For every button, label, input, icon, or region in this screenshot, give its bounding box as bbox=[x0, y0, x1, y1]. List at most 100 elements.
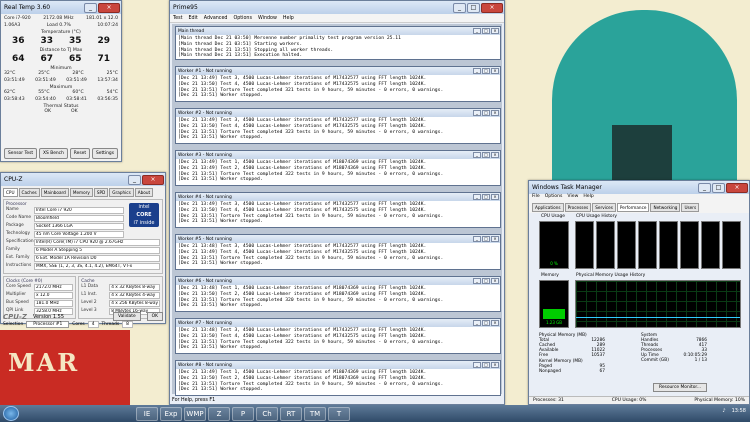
tab-cpu[interactable]: CPU bbox=[3, 188, 18, 197]
worker-titlebar[interactable]: Worker #4 - Not running _ □ × bbox=[176, 193, 500, 201]
taskmgr-titlebar[interactable]: Windows Task Manager _ □ × bbox=[529, 181, 749, 194]
realtemp-window[interactable]: Real Temp 3.60 _ × Core i7-920 2172.08 M… bbox=[0, 0, 122, 162]
menu-edit[interactable]: Edit bbox=[188, 16, 197, 21]
menu-help[interactable]: Help bbox=[283, 16, 294, 21]
tab-about[interactable]: About bbox=[134, 188, 154, 197]
close-button[interactable]: × bbox=[491, 362, 499, 368]
close-button[interactable]: × bbox=[491, 236, 499, 242]
worker-window[interactable]: Worker #1 - Not running _ □ × [Dec 21 13:49]… bbox=[175, 66, 501, 102]
taskbar-app-button[interactable]: RT bbox=[280, 406, 302, 421]
cpuz-titlebar[interactable]: CPU-Z _ × bbox=[1, 173, 165, 186]
tab-graphics[interactable]: Graphics bbox=[109, 188, 134, 197]
menu-help[interactable]: Help bbox=[583, 194, 593, 202]
menu-advanced[interactable]: Advanced bbox=[204, 16, 228, 21]
validate-button[interactable]: Validate bbox=[112, 312, 141, 321]
minimize-button[interactable]: _ bbox=[473, 194, 481, 200]
tab-networking[interactable]: Networking bbox=[650, 203, 681, 212]
prime95-window[interactable]: Prime95 _ □ × Test Edit Advanced Options… bbox=[169, 0, 505, 405]
taskbar-app-button[interactable]: WMP bbox=[184, 406, 206, 421]
minimize-button[interactable]: _ bbox=[473, 320, 481, 326]
tab-performance[interactable]: Performance bbox=[616, 203, 650, 212]
maximize-button[interactable]: □ bbox=[482, 362, 490, 368]
tab-applications[interactable]: Applications bbox=[532, 203, 564, 212]
taskbar-app-button[interactable]: Z bbox=[208, 406, 230, 421]
tab-mainboard[interactable]: Mainboard bbox=[40, 188, 69, 197]
processor-select[interactable]: Processor #1 bbox=[26, 321, 70, 328]
worker-titlebar[interactable]: Worker #7 - Not running _ □ × bbox=[176, 319, 500, 327]
worker-titlebar[interactable]: Main thread _ □ × bbox=[176, 27, 500, 35]
taskbar-clock[interactable]: 13:58 bbox=[732, 408, 746, 414]
realtemp-titlebar[interactable]: Real Temp 3.60 _ × bbox=[1, 1, 121, 14]
close-button[interactable]: × bbox=[142, 174, 164, 185]
maximize-button[interactable]: □ bbox=[482, 320, 490, 326]
worker-window[interactable]: Worker #2 - Not running _ □ × [Dec 21 13:49]… bbox=[175, 108, 501, 144]
menu-options[interactable]: Options bbox=[233, 16, 252, 21]
close-button[interactable]: × bbox=[491, 278, 499, 284]
tab-services[interactable]: Services bbox=[592, 203, 616, 212]
taskbar-app-button[interactable]: TM bbox=[304, 406, 326, 421]
reset-button[interactable]: Reset bbox=[69, 148, 91, 159]
close-button[interactable]: × bbox=[491, 28, 499, 34]
minimize-button[interactable]: _ bbox=[473, 362, 481, 368]
maximize-button[interactable]: □ bbox=[482, 68, 490, 74]
close-button[interactable]: × bbox=[726, 182, 748, 193]
minimize-button[interactable]: _ bbox=[84, 2, 97, 13]
menu-test[interactable]: Test bbox=[173, 16, 182, 21]
minimize-button[interactable]: _ bbox=[473, 110, 481, 116]
menu-file[interactable]: File bbox=[532, 194, 540, 202]
worker-titlebar[interactable]: Worker #5 - Not running _ □ × bbox=[176, 235, 500, 243]
minimize-button[interactable]: _ bbox=[473, 28, 481, 34]
maximize-button[interactable]: □ bbox=[482, 28, 490, 34]
menu-view[interactable]: View bbox=[567, 194, 578, 202]
minimize-button[interactable]: _ bbox=[473, 236, 481, 242]
tab-processes[interactable]: Processes bbox=[564, 203, 592, 212]
maximize-button[interactable]: □ bbox=[482, 110, 490, 116]
worker-titlebar[interactable]: Worker #3 - Not running _ □ × bbox=[176, 151, 500, 159]
minimize-button[interactable]: _ bbox=[473, 278, 481, 284]
close-button[interactable]: × bbox=[98, 2, 120, 13]
taskbar-app-button[interactable]: P bbox=[232, 406, 254, 421]
minimize-button[interactable]: _ bbox=[128, 174, 141, 185]
tab-spd[interactable]: SPD bbox=[93, 188, 109, 197]
minimize-button[interactable]: _ bbox=[473, 152, 481, 158]
menu-options[interactable]: Options bbox=[545, 194, 563, 202]
worker-titlebar[interactable]: Worker #2 - Not running _ □ × bbox=[176, 109, 500, 117]
settings-button[interactable]: Settings bbox=[91, 148, 118, 159]
maximize-button[interactable]: □ bbox=[482, 278, 490, 284]
worker-window[interactable]: Worker #5 - Not running _ □ × [Dec 21 13:48]… bbox=[175, 234, 501, 270]
tab-memory[interactable]: Memory bbox=[69, 188, 93, 197]
close-button[interactable]: × bbox=[481, 2, 503, 13]
taskbar-app-button[interactable]: IE bbox=[136, 406, 158, 421]
close-button[interactable]: × bbox=[491, 110, 499, 116]
maximize-button[interactable]: □ bbox=[467, 2, 480, 13]
maximize-button[interactable]: □ bbox=[482, 194, 490, 200]
worker-titlebar[interactable]: Worker #1 - Not running _ □ × bbox=[176, 67, 500, 75]
ok-button[interactable]: OK bbox=[146, 312, 163, 321]
minimize-button[interactable]: _ bbox=[698, 182, 711, 193]
prime95-titlebar[interactable]: Prime95 _ □ × bbox=[170, 1, 504, 14]
worker-window[interactable]: Worker #4 - Not running _ □ × [Dec 21 13:49]… bbox=[175, 192, 501, 228]
menu-window[interactable]: Window bbox=[258, 16, 277, 21]
resource-monitor-button[interactable]: Resource Monitor... bbox=[652, 383, 707, 392]
close-button[interactable]: × bbox=[491, 320, 499, 326]
cpuz-window[interactable]: CPU-Z _ × CPU Caches Mainboard Memory SP… bbox=[0, 172, 166, 328]
worker-titlebar[interactable]: Worker #8 - Not running _ □ × bbox=[176, 361, 500, 369]
volume-icon[interactable]: ♪ bbox=[722, 408, 725, 414]
sensor-test-button[interactable]: Sensor Test bbox=[4, 148, 38, 159]
worker-window[interactable]: Worker #7 - Not running _ □ × [Dec 21 13:48]… bbox=[175, 318, 501, 354]
worker-window[interactable]: Worker #6 - Not running _ □ × [Dec 21 13:48]… bbox=[175, 276, 501, 312]
minimize-button[interactable]: _ bbox=[473, 68, 481, 74]
taskmgr-window[interactable]: Windows Task Manager _ □ × File Options … bbox=[528, 180, 750, 405]
start-button[interactable] bbox=[3, 406, 19, 421]
taskbar-app-button[interactable]: Ch bbox=[256, 406, 278, 421]
minimize-button[interactable]: _ bbox=[453, 2, 466, 13]
tab-caches[interactable]: Caches bbox=[18, 188, 40, 197]
worker-titlebar[interactable]: Worker #6 - Not running _ □ × bbox=[176, 277, 500, 285]
maximize-button[interactable]: □ bbox=[712, 182, 725, 193]
close-button[interactable]: × bbox=[491, 194, 499, 200]
tab-users[interactable]: Users bbox=[681, 203, 700, 212]
maximize-button[interactable]: □ bbox=[482, 152, 490, 158]
close-button[interactable]: × bbox=[491, 68, 499, 74]
maximize-button[interactable]: □ bbox=[482, 236, 490, 242]
main-thread-window[interactable]: Main thread _ □ × [Main thread Dec 21 03:50]… bbox=[175, 26, 501, 60]
